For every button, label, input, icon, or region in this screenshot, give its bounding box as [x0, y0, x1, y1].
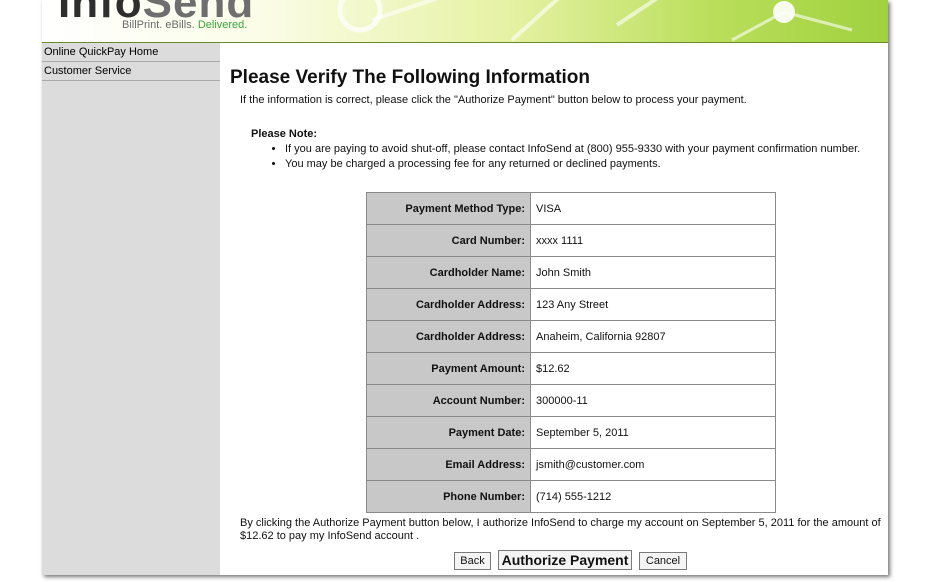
field-value: 123 Any Street [530, 288, 776, 321]
field-label: Phone Number: [366, 480, 531, 513]
field-value: jsmith@customer.com [530, 448, 776, 481]
cancel-button[interactable]: Cancel [639, 552, 687, 570]
sidebar-item-online-quickpay-home[interactable]: Online QuickPay Home [42, 43, 220, 62]
payment-info-table: Payment Method Type: VISA Card Number: xxx… [366, 192, 776, 513]
table-row: Account Number: 300000-11 [366, 384, 776, 417]
field-value: xxxx 1111 [530, 224, 776, 257]
table-row: Email Address: jsmith@customer.com [366, 448, 776, 481]
field-value: September 5, 2011 [530, 416, 776, 449]
table-row: Payment Date: September 5, 2011 [366, 416, 776, 449]
sidebar: Online QuickPay Home Customer Service [42, 43, 220, 575]
field-value: 300000-11 [530, 384, 776, 417]
field-value: (714) 555-1212 [530, 480, 776, 513]
note-heading: Please Note: [251, 128, 318, 140]
header-banner: InfoSend BillPrint. eBills. Delivered. [42, 0, 888, 43]
field-label: Cardholder Address: [366, 288, 531, 321]
field-label: Card Number: [366, 224, 531, 257]
table-row: Card Number: xxxx 1111 [366, 224, 776, 257]
field-label: Payment Method Type: [366, 192, 531, 225]
field-label: Cardholder Name: [366, 256, 531, 289]
authorize-payment-button[interactable]: Authorize Payment [498, 550, 632, 570]
field-label: Email Address: [366, 448, 531, 481]
note-list: If you are paying to avoid shut-off, ple… [251, 142, 860, 172]
table-row: Cardholder Name: John Smith [366, 256, 776, 289]
field-label: Account Number: [366, 384, 531, 417]
field-label: Payment Amount: [366, 352, 531, 385]
sidebar-item-customer-service[interactable]: Customer Service [42, 62, 220, 81]
table-row: Cardholder Address: Anaheim, California 9… [366, 320, 776, 353]
field-value: Anaheim, California 92807 [530, 320, 776, 353]
field-value: John Smith [530, 256, 776, 289]
field-value: $12.62 [530, 352, 776, 385]
table-row: Phone Number: (714) 555-1212 [366, 480, 776, 513]
field-value: VISA [530, 192, 776, 225]
page-title: Please Verify The Following Information [230, 67, 591, 88]
back-button[interactable]: Back [454, 552, 491, 570]
table-row: Cardholder Address: 123 Any Street [366, 288, 776, 321]
app-window: InfoSend BillPrint. eBills. Delivered. O… [42, 0, 888, 575]
authorization-text: By clicking the Authorize Payment button… [240, 517, 881, 542]
field-label: Cardholder Address: [366, 320, 531, 353]
note-item-processing-fee: You may be charged a processing fee for … [285, 157, 860, 172]
note-item-shutoff: If you are paying to avoid shut-off, ple… [285, 142, 860, 157]
logo-tagline: BillPrint. eBills. Delivered. [122, 19, 248, 31]
table-row: Payment Amount: $12.62 [366, 352, 776, 385]
intro-text: If the information is correct, please cl… [240, 94, 747, 106]
field-label: Payment Date: [366, 416, 531, 449]
table-row: Payment Method Type: VISA [366, 192, 776, 225]
